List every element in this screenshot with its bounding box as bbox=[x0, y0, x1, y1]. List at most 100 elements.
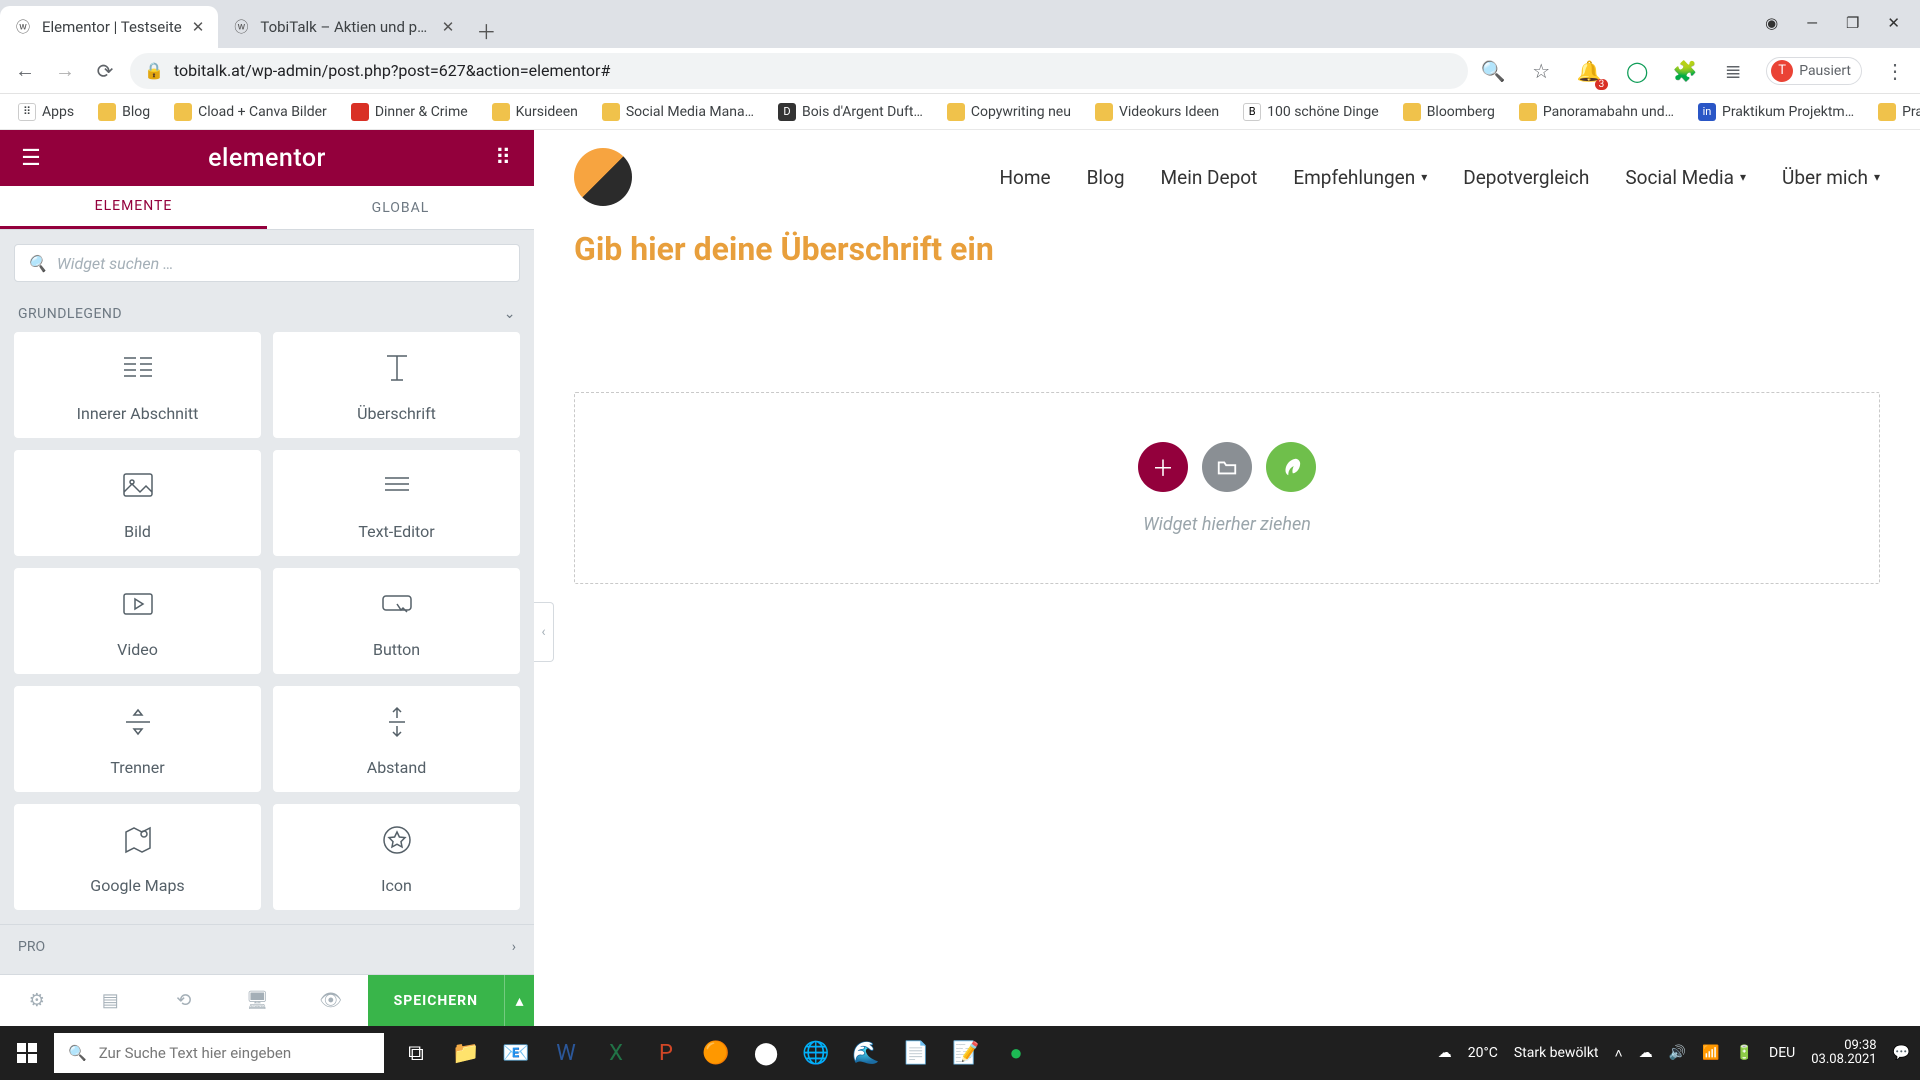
action-center-icon[interactable]: 💬 bbox=[1893, 1045, 1910, 1061]
mail-icon[interactable]: 📧 bbox=[494, 1031, 538, 1075]
excel-icon[interactable]: X bbox=[594, 1031, 638, 1075]
collapse-sidebar-handle[interactable]: ‹ bbox=[534, 602, 554, 662]
notepad-icon[interactable]: 📝 bbox=[944, 1031, 988, 1075]
preview-icon[interactable]: 👁 bbox=[294, 990, 368, 1011]
widget-google-maps[interactable]: Google Maps bbox=[14, 804, 261, 910]
history-icon[interactable]: ⟲ bbox=[147, 990, 221, 1011]
bookmark-item[interactable]: Bloomberg bbox=[1393, 99, 1505, 125]
navigator-icon[interactable]: ▤ bbox=[74, 990, 148, 1011]
task-view-icon[interactable]: ⧉ bbox=[394, 1031, 438, 1075]
site-logo[interactable] bbox=[574, 148, 632, 206]
add-template-button[interactable] bbox=[1202, 442, 1252, 492]
bookmark-item[interactable]: Videokurs Ideen bbox=[1085, 99, 1229, 125]
browser-tab-0[interactable]: ⓦ Elementor | Testseite ✕ bbox=[0, 6, 218, 48]
save-options-button[interactable]: ▴ bbox=[504, 975, 534, 1026]
file-explorer-icon[interactable]: 📁 bbox=[444, 1031, 488, 1075]
weather-icon[interactable]: ☁ bbox=[1438, 1045, 1452, 1061]
nav-social[interactable]: Social Media▾ bbox=[1625, 166, 1746, 189]
minimize-icon[interactable]: — bbox=[1806, 14, 1818, 32]
group-basic-header[interactable]: GRUNDLEGEND ⌄ bbox=[0, 296, 534, 332]
settings-icon[interactable]: ⚙ bbox=[0, 990, 74, 1011]
bookmark-item[interactable]: DBois d'Argent Duft… bbox=[768, 99, 933, 125]
wifi-icon[interactable]: 📶 bbox=[1702, 1045, 1719, 1061]
group-pro-header[interactable]: PRO › bbox=[0, 924, 534, 969]
heading-widget[interactable]: Gib hier deine Überschrift ein bbox=[534, 216, 1920, 282]
widget-search-input[interactable]: 🔍 Widget suchen … bbox=[14, 244, 520, 282]
app-icon[interactable]: 🟠 bbox=[694, 1031, 738, 1075]
widget-video[interactable]: Video bbox=[14, 568, 261, 674]
back-button[interactable]: ← bbox=[10, 56, 40, 86]
widget-text-editor[interactable]: Text-Editor bbox=[273, 450, 520, 556]
reload-button[interactable]: ⟳ bbox=[90, 56, 120, 86]
bookmark-item[interactable]: Cload + Canva Bilder bbox=[164, 99, 337, 125]
inner-section-icon bbox=[118, 348, 158, 392]
battery-icon[interactable]: 🔋 bbox=[1736, 1045, 1753, 1061]
close-window-icon[interactable]: ✕ bbox=[1887, 14, 1900, 32]
tray-chevron-icon[interactable]: ˄ bbox=[1615, 1045, 1623, 1062]
widget-spacer[interactable]: Abstand bbox=[273, 686, 520, 792]
kebab-menu-icon[interactable]: ⋮ bbox=[1880, 56, 1910, 86]
start-button[interactable] bbox=[0, 1026, 54, 1080]
chrome-icon[interactable]: 🌐 bbox=[794, 1031, 838, 1075]
bookmark-item[interactable]: Copywriting neu bbox=[937, 99, 1081, 125]
tab-elements[interactable]: ELEMENTE bbox=[0, 186, 267, 229]
new-tab-button[interactable]: ＋ bbox=[468, 12, 504, 48]
clock[interactable]: 09:38 03.08.2021 bbox=[1811, 1039, 1876, 1068]
widget-button[interactable]: Button bbox=[273, 568, 520, 674]
app-icon[interactable]: 📄 bbox=[894, 1031, 938, 1075]
bookmark-item[interactable]: Social Media Mana… bbox=[592, 99, 764, 125]
onedrive-icon[interactable]: ☁ bbox=[1639, 1045, 1653, 1061]
nav-depotvergleich[interactable]: Depotvergleich bbox=[1463, 166, 1589, 189]
forward-button[interactable]: → bbox=[50, 56, 80, 86]
site-header: Home Blog Mein Depot Empfehlungen▾ Depot… bbox=[534, 130, 1920, 216]
extensions-menu-icon[interactable]: 🧩 bbox=[1670, 56, 1700, 86]
bookmark-item[interactable]: Dinner & Crime bbox=[341, 99, 478, 125]
bookmark-item[interactable]: Kursideen bbox=[482, 99, 588, 125]
nav-depot[interactable]: Mein Depot bbox=[1161, 166, 1258, 189]
close-icon[interactable]: ✕ bbox=[192, 18, 205, 36]
nav-empfehlungen[interactable]: Empfehlungen▾ bbox=[1293, 166, 1427, 189]
zoom-icon[interactable]: 🔍 bbox=[1478, 56, 1508, 86]
maximize-icon[interactable]: ❐ bbox=[1846, 14, 1859, 32]
responsive-icon[interactable]: 🖥 bbox=[221, 990, 295, 1011]
spotify-icon[interactable]: ● bbox=[994, 1031, 1038, 1075]
tab-global[interactable]: GLOBAL bbox=[267, 186, 534, 229]
envato-button[interactable] bbox=[1266, 442, 1316, 492]
extension-icon[interactable]: ◯ bbox=[1622, 56, 1652, 86]
profile-chip[interactable]: T Pausiert bbox=[1766, 57, 1862, 85]
nav-about[interactable]: Über mich▾ bbox=[1782, 166, 1880, 189]
input-lang[interactable]: DEU bbox=[1769, 1045, 1795, 1061]
widget-icon[interactable]: Icon bbox=[273, 804, 520, 910]
volume-icon[interactable]: 🔊 bbox=[1669, 1045, 1686, 1061]
edge-icon[interactable]: 🌊 bbox=[844, 1031, 888, 1075]
close-icon[interactable]: ✕ bbox=[442, 18, 455, 36]
widget-image[interactable]: Bild bbox=[14, 450, 261, 556]
taskbar-search[interactable]: 🔍 Zur Suche Text hier eingeben bbox=[54, 1033, 384, 1073]
bookmark-item[interactable]: inPraktikum Projektm… bbox=[1688, 99, 1864, 125]
widget-heading[interactable]: Überschrift bbox=[273, 332, 520, 438]
bookmarks-icon[interactable]: ≣ bbox=[1718, 56, 1748, 86]
widget-divider[interactable]: Trenner bbox=[14, 686, 261, 792]
widget-inner-section[interactable]: Innerer Abschnitt bbox=[14, 332, 261, 438]
bookmark-star-icon[interactable]: ☆ bbox=[1526, 56, 1556, 86]
save-button[interactable]: SPEICHERN bbox=[368, 975, 504, 1026]
bookmark-item[interactable]: Blog bbox=[88, 99, 160, 125]
nav-blog[interactable]: Blog bbox=[1087, 166, 1125, 189]
account-indicator-icon[interactable]: ◉ bbox=[1765, 14, 1778, 32]
word-icon[interactable]: W bbox=[544, 1031, 588, 1075]
elementor-sidebar: ☰ elementor ⠿ ELEMENTE GLOBAL 🔍 Widget s… bbox=[0, 130, 534, 1026]
add-section-button[interactable]: ＋ bbox=[1138, 442, 1188, 492]
bookmark-item[interactable]: Praktikum WU bbox=[1868, 99, 1920, 125]
powerpoint-icon[interactable]: P bbox=[644, 1031, 688, 1075]
apps-shortcut[interactable]: ⠿Apps bbox=[8, 99, 84, 125]
widgets-grid-icon[interactable]: ⠿ bbox=[488, 143, 518, 173]
obs-icon[interactable]: ⬤ bbox=[744, 1031, 788, 1075]
extension-icon[interactable]: 🔔3 bbox=[1574, 56, 1604, 86]
empty-section-dropzone[interactable]: ＋ Widget hierher ziehen bbox=[574, 392, 1880, 584]
bookmark-item[interactable]: B100 schöne Dinge bbox=[1233, 99, 1389, 125]
browser-tab-1[interactable]: ⓦ TobiTalk – Aktien und persönlich… ✕ bbox=[218, 6, 468, 48]
bookmark-item[interactable]: Panoramabahn und… bbox=[1509, 99, 1684, 125]
address-bar[interactable]: 🔒 tobitalk.at/wp-admin/post.php?post=627… bbox=[130, 53, 1468, 89]
nav-home[interactable]: Home bbox=[999, 166, 1050, 189]
hamburger-icon[interactable]: ☰ bbox=[16, 143, 46, 173]
